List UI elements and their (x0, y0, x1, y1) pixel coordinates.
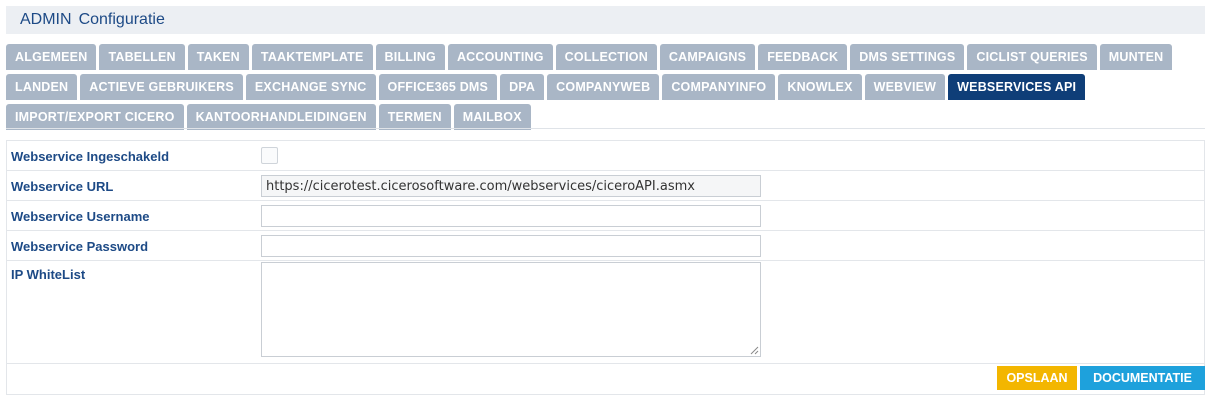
tab-row-3: IMPORT/EXPORT CICERO KANTOORHANDLEIDINGE… (6, 104, 1216, 130)
tab-taken[interactable]: TAKEN (187, 44, 249, 70)
row-url: Webservice URL https://cicerotest.cicero… (7, 171, 1204, 201)
row-enabled: Webservice Ingeschakeld (7, 141, 1204, 171)
tab-feedback[interactable]: FEEDBACK (758, 44, 848, 70)
url-field[interactable]: https://cicerotest.cicerosoftware.com/we… (261, 175, 761, 197)
tab-webservices-api[interactable]: WEBSERVICES API (948, 74, 1086, 100)
enabled-checkbox[interactable] (261, 147, 278, 164)
username-field[interactable] (261, 205, 761, 227)
tab-actieve-gebruikers[interactable]: ACTIEVE GEBRUIKERS (80, 74, 243, 100)
tab-webview[interactable]: WEBVIEW (864, 74, 946, 100)
tab-companyweb[interactable]: COMPANYWEB (547, 74, 660, 100)
save-button[interactable]: OPSLAAN (997, 366, 1077, 390)
tab-knowlex[interactable]: KNOWLEX (778, 74, 862, 100)
whitelist-label: IP WhiteList (11, 267, 86, 282)
tab-mailbox[interactable]: MAILBOX (453, 104, 531, 130)
tab-accounting[interactable]: ACCOUNTING (447, 44, 553, 70)
webservices-form: Webservice Ingeschakeld Webservice URL h… (6, 140, 1205, 395)
page-title-configuratie: Configuratie (78, 11, 165, 28)
tab-algemeen[interactable]: ALGEMEEN (6, 44, 97, 70)
tab-termen[interactable]: TERMEN (378, 104, 451, 130)
tab-divider (6, 128, 1205, 129)
row-whitelist: IP WhiteList (7, 261, 1204, 364)
tab-taaktemplate[interactable]: TAAKTEMPLATE (251, 44, 373, 70)
admin-config-page: ADMIN Configuratie ALGEMEEN TABELLEN TAK… (0, 0, 1223, 405)
tab-exchange-sync[interactable]: EXCHANGE SYNC (245, 74, 376, 100)
row-username: Webservice Username (7, 201, 1204, 231)
resize-grip-icon[interactable] (750, 346, 759, 355)
password-field[interactable] (261, 235, 761, 257)
tab-dpa[interactable]: DPA (500, 74, 545, 100)
username-label: Webservice Username (11, 209, 150, 224)
tab-companyinfo[interactable]: COMPANYINFO (662, 74, 776, 100)
tab-collection[interactable]: COLLECTION (555, 44, 657, 70)
tab-campaigns[interactable]: CAMPAIGNS (659, 44, 756, 70)
documentation-button[interactable]: DOCUMENTATIE (1080, 366, 1205, 390)
tab-kantoorhandleidingen[interactable]: KANTOORHANDLEIDINGEN (186, 104, 376, 130)
tab-billing[interactable]: BILLING (375, 44, 445, 70)
tab-landen[interactable]: LANDEN (6, 74, 78, 100)
tab-office365-dms[interactable]: OFFICE365 DMS (378, 74, 498, 100)
tab-import-export-cicero[interactable]: IMPORT/EXPORT CICERO (6, 104, 184, 130)
tab-munten[interactable]: MUNTEN (1099, 44, 1173, 70)
tab-row-1: ALGEMEEN TABELLEN TAKEN TAAKTEMPLATE BIL… (6, 44, 1216, 70)
url-label: Webservice URL (11, 179, 114, 194)
password-label: Webservice Password (11, 239, 149, 254)
row-password: Webservice Password (7, 231, 1204, 261)
enabled-label: Webservice Ingeschakeld (11, 149, 170, 164)
config-tabs: ALGEMEEN TABELLEN TAKEN TAAKTEMPLATE BIL… (6, 44, 1216, 134)
tab-tabellen[interactable]: TABELLEN (99, 44, 185, 70)
tab-dms-settings[interactable]: DMS SETTINGS (850, 44, 965, 70)
page-title-admin: ADMIN (20, 11, 72, 28)
tab-row-2: LANDEN ACTIEVE GEBRUIKERS EXCHANGE SYNC … (6, 74, 1216, 100)
whitelist-textarea[interactable] (261, 262, 761, 357)
page-title-bar: ADMIN Configuratie (6, 6, 1205, 34)
tab-ciclist-queries[interactable]: CICLIST QUERIES (967, 44, 1097, 70)
